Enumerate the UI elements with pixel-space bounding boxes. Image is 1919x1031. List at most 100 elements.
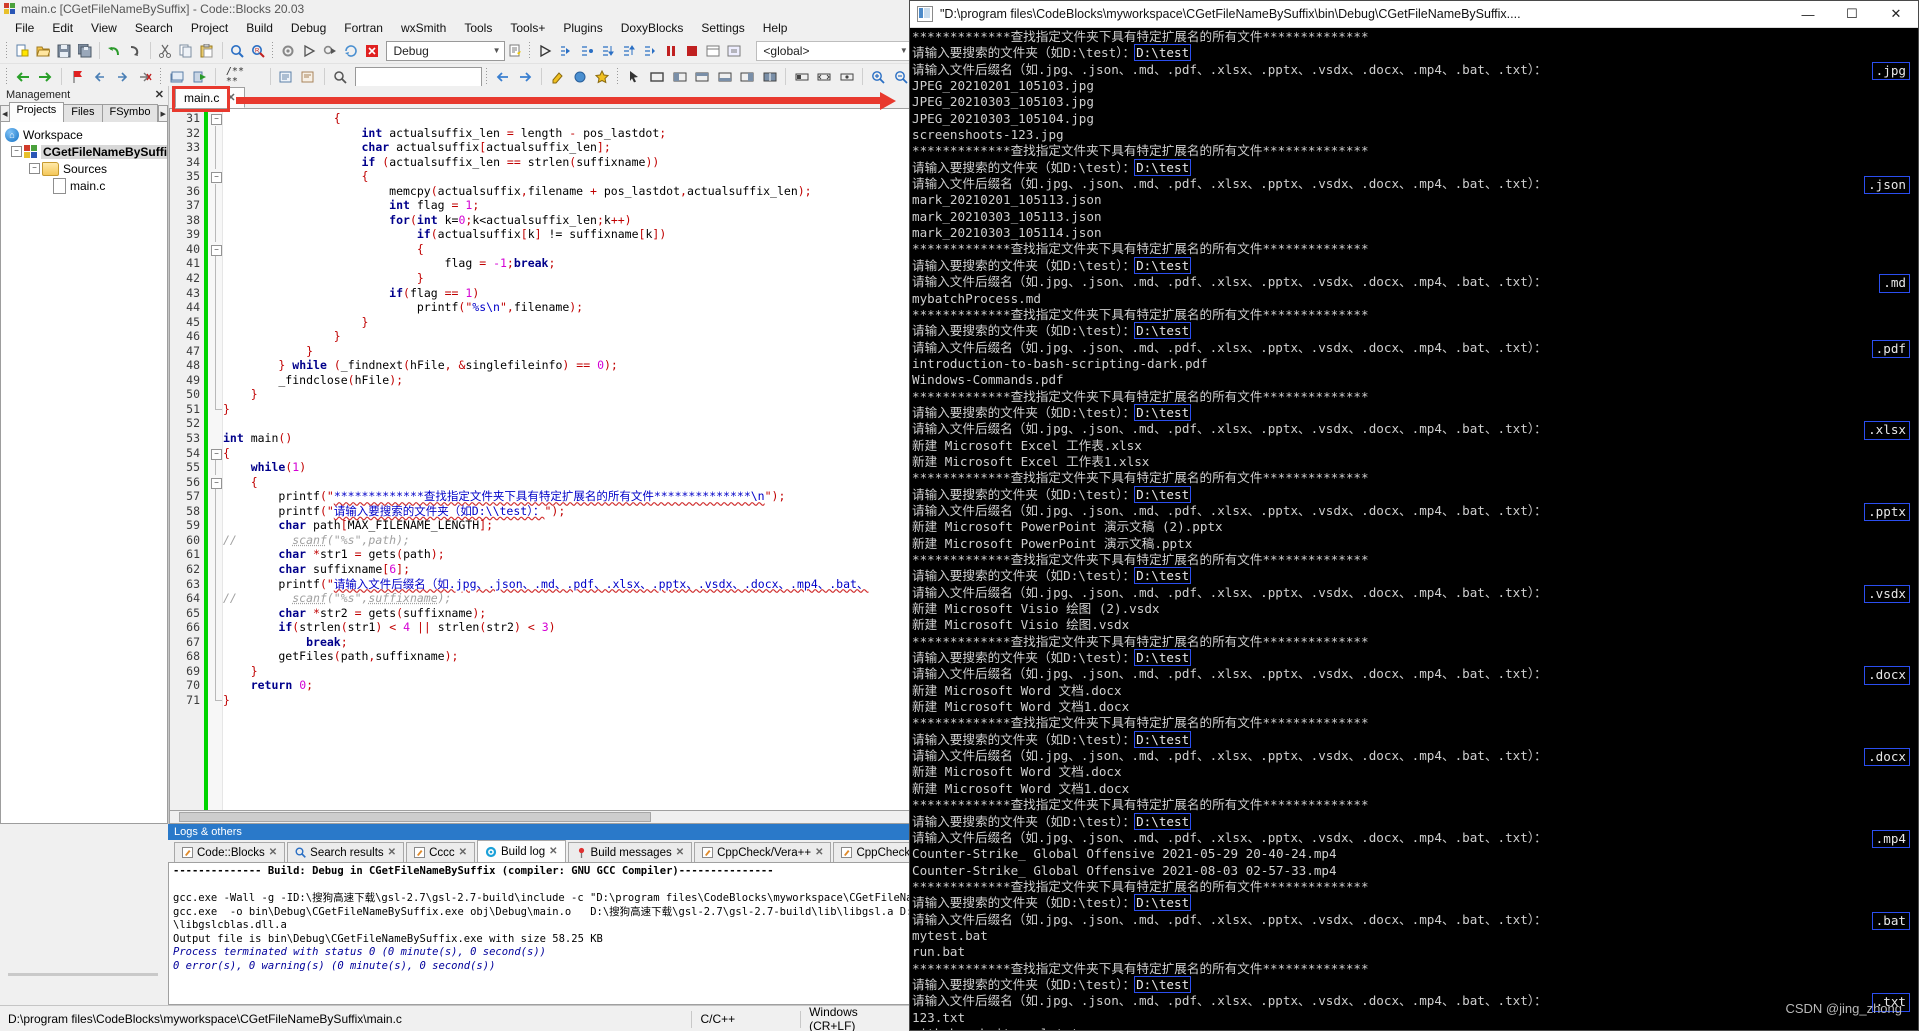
fold-marker[interactable]: − <box>208 446 222 461</box>
select-target-icon[interactable] <box>506 40 525 62</box>
color-picker-icon[interactable] <box>569 66 590 88</box>
toolbar-grip[interactable] <box>615 67 621 86</box>
fold-marker[interactable] <box>208 692 222 708</box>
find-icon[interactable] <box>227 40 246 62</box>
clear-bookmarks-icon[interactable] <box>135 66 156 88</box>
replace-icon[interactable]: R <box>248 40 267 62</box>
save-icon[interactable] <box>54 40 73 62</box>
new-file-icon[interactable] <box>12 40 31 62</box>
console-output[interactable]: *************查找指定文件夹下具有特定扩展名的所有文件*******… <box>910 28 1918 1030</box>
tab-files[interactable]: Files <box>63 104 103 122</box>
break-debugger-icon[interactable] <box>661 40 680 62</box>
search-input[interactable] <box>355 66 482 87</box>
rebuild-icon[interactable] <box>342 40 361 62</box>
split-top-icon[interactable] <box>692 66 713 88</box>
close-icon[interactable]: ✕ <box>459 847 467 858</box>
comment-block-icon[interactable] <box>275 66 296 88</box>
collapse-toggle-icon[interactable]: − <box>11 146 22 157</box>
close-button[interactable]: ✕ <box>1874 1 1918 27</box>
menu-item-tools[interactable]: Tools <box>455 19 501 37</box>
minimize-button[interactable]: — <box>1786 1 1830 27</box>
menu-item-doxyblocks[interactable]: DoxyBlocks <box>612 19 693 37</box>
debug-run-to-cursor-icon[interactable] <box>557 40 576 62</box>
log-tab-cccc[interactable]: Cccc ✕ <box>406 842 476 862</box>
pointer-icon[interactable] <box>624 66 645 88</box>
logs-tab-bar[interactable]: Code::Blocks ✕ Search results ✕ Cccc ✕ B… <box>168 840 912 863</box>
tab-projects[interactable]: Projects <box>8 102 65 122</box>
menu-item-wxsmith[interactable]: wxSmith <box>392 19 455 37</box>
code-editor[interactable]: 31 32 33 34 35 36 37 38 39 40 41 42 43 44 45 46 47 48 49 50… <box>169 108 912 811</box>
toolbar-grip[interactable] <box>483 67 490 86</box>
paste-icon[interactable] <box>198 40 217 62</box>
code-text[interactable]: { int actualsuffix_len = length - pos_la… <box>223 109 911 810</box>
menu-item-help[interactable]: Help <box>754 19 797 37</box>
nav-back-icon[interactable] <box>13 66 34 88</box>
prev-bookmark-icon[interactable] <box>89 66 110 88</box>
goto-prev-icon[interactable] <box>492 66 513 88</box>
split-bottom-icon[interactable] <box>714 66 735 88</box>
menu-item-file[interactable]: File <box>6 19 43 37</box>
copy-icon[interactable] <box>177 40 196 62</box>
menu-item-toolsplus[interactable]: Tools+ <box>501 19 554 37</box>
editor-tab-bar[interactable]: main.c ✕ <box>169 86 912 108</box>
menu-item-plugins[interactable]: Plugins <box>554 19 611 37</box>
menu-item-project[interactable]: Project <box>182 19 237 37</box>
debug-continue-icon[interactable] <box>536 40 555 62</box>
debug-info-icon[interactable] <box>724 40 743 62</box>
box-center-icon[interactable] <box>836 66 857 88</box>
toolbar-grip[interactable] <box>270 41 276 60</box>
menu-item-build[interactable]: Build <box>237 19 282 37</box>
log-tab-codeblocks[interactable]: Code::Blocks ✕ <box>174 842 286 862</box>
tree-item-project[interactable]: − CGetFileNameBySuffix <box>5 143 167 160</box>
tree-item-workspace[interactable]: ⌂ Workspace <box>5 126 167 143</box>
debug-windows-icon[interactable] <box>703 40 722 62</box>
cut-icon[interactable] <box>156 40 175 62</box>
doxy-comment-marker[interactable]: /** ** <box>221 66 265 88</box>
close-icon[interactable]: ✕ <box>155 88 164 101</box>
fold-marker[interactable]: − <box>208 111 222 126</box>
fold-marker[interactable]: − <box>208 475 222 490</box>
scrollbar-thumb[interactable] <box>179 812 651 822</box>
close-icon[interactable]: ✕ <box>676 847 684 858</box>
toggle-bookmark-icon[interactable] <box>67 66 88 88</box>
redo-icon[interactable] <box>126 40 145 62</box>
left-bottom-slider[interactable] <box>8 969 158 979</box>
log-tab-search-results[interactable]: Search results ✕ <box>287 842 405 862</box>
close-icon[interactable]: ✕ <box>549 846 557 857</box>
tree-item-mainc[interactable]: main.c <box>5 177 167 194</box>
build-target-combo[interactable]: Debug ▼ <box>386 40 505 61</box>
tree-item-sources[interactable]: − Sources <box>5 160 167 177</box>
save-all-icon[interactable] <box>75 40 94 62</box>
box-wide-icon[interactable] <box>791 66 812 88</box>
next-bookmark-icon[interactable] <box>112 66 133 88</box>
menu-item-edit[interactable]: Edit <box>43 19 82 37</box>
menu-item-view[interactable]: View <box>82 19 126 37</box>
debug-step-into-icon[interactable] <box>599 40 618 62</box>
goto-next-icon[interactable] <box>515 66 536 88</box>
toolbar-grip[interactable] <box>4 67 10 86</box>
menu-bar[interactable]: File Edit View Search Project Build Debu… <box>0 18 912 38</box>
find-in-files-icon[interactable] <box>330 66 351 88</box>
box-narrow-icon[interactable] <box>814 66 835 88</box>
code-folding-column[interactable]: − − − − − <box>208 109 223 810</box>
maximize-button[interactable]: ☐ <box>1830 1 1874 27</box>
project-tree[interactable]: ⌂ Workspace − CGetFileNameBySuffix − Sou… <box>0 122 168 824</box>
tabs-scroll-right-icon[interactable]: ▶ <box>158 105 168 122</box>
zoom-in-icon[interactable] <box>868 66 889 88</box>
fold-marker[interactable]: − <box>208 242 222 257</box>
grid-layout-icon[interactable] <box>760 66 781 88</box>
log-tab-build-messages[interactable]: Build messages ✕ <box>567 842 693 862</box>
nav-forward-icon[interactable] <box>35 66 56 88</box>
scope-combo[interactable]: <global> ▼ <box>756 40 912 61</box>
star-marker-icon[interactable] <box>592 66 613 88</box>
highlight-icon[interactable] <box>547 66 568 88</box>
doxyblocks-icon[interactable] <box>167 66 188 88</box>
split-left-icon[interactable] <box>669 66 690 88</box>
debug-next-instruction-icon[interactable] <box>641 40 660 62</box>
frame-icon[interactable] <box>647 66 668 88</box>
debug-step-out-icon[interactable] <box>620 40 639 62</box>
open-file-icon[interactable] <box>33 40 52 62</box>
menu-item-fortran[interactable]: Fortran <box>335 19 392 37</box>
menu-item-search[interactable]: Search <box>126 19 182 37</box>
stop-debugger-icon[interactable] <box>682 40 701 62</box>
